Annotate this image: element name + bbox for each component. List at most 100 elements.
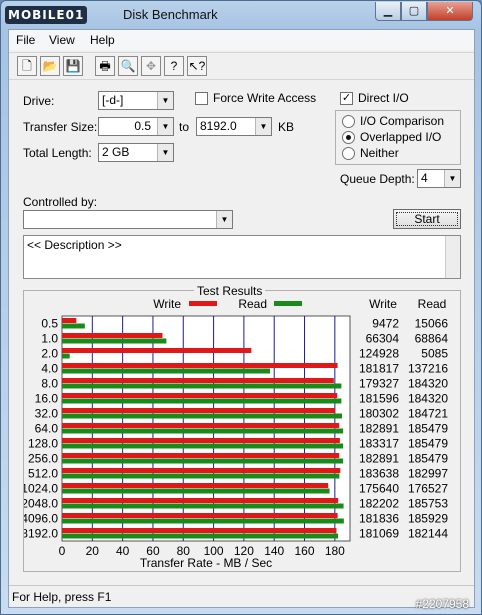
write-bar — [62, 528, 337, 533]
write-bar — [62, 453, 340, 458]
legend-read-swatch — [274, 301, 302, 306]
y-category-label: 16.0 — [35, 392, 59, 406]
overlapped-io-radio[interactable] — [342, 131, 355, 144]
close-icon: ✕ — [445, 5, 455, 17]
description-scrollbar[interactable] — [445, 236, 460, 278]
write-bar — [62, 498, 339, 503]
description-box[interactable]: << Description >> — [23, 235, 461, 279]
write-value-label: 181596 — [359, 392, 399, 406]
write-bar — [62, 333, 163, 338]
to-label: to — [179, 120, 190, 134]
write-bar — [62, 348, 252, 353]
test-results-group: Test Results Write Read Write Read 0 20 40… — [23, 284, 461, 572]
direct-io-checkbox[interactable]: ✓ — [340, 92, 353, 105]
write-bar — [62, 468, 341, 473]
transfer-from-select[interactable]: 0.5 ▼ — [98, 117, 174, 136]
read-bar — [62, 398, 342, 404]
write-value-label: 182891 — [359, 422, 399, 436]
queue-depth-value: 4 — [421, 171, 428, 185]
read-bar — [62, 413, 342, 419]
read-value-label: 184320 — [408, 377, 448, 391]
close-button[interactable]: ✕ — [427, 2, 473, 21]
menu-view[interactable]: View — [49, 33, 75, 47]
drive-value: [-d-] — [102, 93, 124, 107]
legend-write-swatch — [189, 301, 217, 306]
y-category-label: 32.0 — [35, 407, 59, 421]
help-icon[interactable]: ? — [164, 56, 184, 76]
write-value-label: 181817 — [359, 362, 399, 376]
write-bar — [62, 513, 338, 518]
y-category-label: 8192.0 — [24, 527, 58, 541]
read-value-label: 185479 — [408, 422, 448, 436]
maximize-button[interactable]: ▢ — [401, 2, 427, 21]
minimize-button[interactable]: ▁ — [375, 2, 401, 21]
read-value-label: 185479 — [408, 437, 448, 451]
title-bar[interactable]: MOBILE01 Disk Benchmark ▁ ▢ ✕ — [1, 1, 481, 29]
benchmark-chart: Write Read Write Read 0 20 40 60 80 100 120 140… — [24, 297, 448, 570]
neither-radio[interactable] — [342, 147, 355, 160]
read-bar — [62, 488, 330, 494]
print-icon[interactable]: 🖶 — [95, 56, 115, 76]
read-bar — [62, 323, 85, 329]
context-help-icon[interactable]: ↖? — [187, 56, 207, 76]
start-button[interactable]: Start — [393, 209, 461, 229]
read-value-label: 185753 — [408, 497, 448, 511]
write-value-label: 179327 — [359, 377, 399, 391]
chevron-down-icon: ▼ — [255, 118, 271, 135]
io-mode-group: I/O Comparison Overlapped I/O Neither — [335, 110, 461, 165]
write-value-label: 9472 — [372, 317, 399, 331]
x-tick-label: 20 — [86, 544, 100, 558]
transfer-to-select[interactable]: 8192.0 ▼ — [196, 117, 272, 136]
write-bar — [62, 378, 334, 383]
read-value-label: 185929 — [408, 512, 448, 526]
read-bar — [62, 503, 344, 509]
y-category-label: 128.0 — [28, 437, 58, 451]
move-icon[interactable]: ✥ — [141, 56, 161, 76]
read-value-label: 5085 — [421, 347, 448, 361]
y-category-label: 1024.0 — [24, 482, 58, 496]
write-value-label: 182891 — [359, 452, 399, 466]
print-preview-icon[interactable]: 🔍 — [118, 56, 138, 76]
description-text: << Description >> — [27, 238, 122, 252]
queue-depth-select[interactable]: 4 ▼ — [417, 169, 461, 188]
read-bar — [62, 428, 344, 434]
x-tick-label: 160 — [295, 544, 315, 558]
direct-io-label: Direct I/O — [358, 91, 409, 105]
x-axis-title: Transfer Rate - MB / Sec — [140, 556, 272, 570]
menu-bar: File View Help — [9, 30, 474, 50]
app-window: MOBILE01 Disk Benchmark ▁ ▢ ✕ File View … — [0, 0, 482, 615]
overlapped-io-label: Overlapped I/O — [360, 130, 442, 144]
x-tick-label: 40 — [116, 544, 130, 558]
y-category-label: 256.0 — [28, 452, 58, 466]
write-value-label: 180302 — [359, 407, 399, 421]
write-bar — [62, 363, 338, 368]
chevron-down-icon: ▼ — [157, 118, 173, 135]
open-icon[interactable]: 📂 — [40, 56, 60, 76]
write-value-label: 124928 — [359, 347, 399, 361]
write-value-label: 183638 — [359, 467, 399, 481]
total-length-select[interactable]: 2 GB ▼ — [98, 143, 174, 162]
write-value-label: 182202 — [359, 497, 399, 511]
chevron-down-icon: ▼ — [216, 211, 232, 228]
read-bar — [62, 353, 70, 359]
write-bar — [62, 438, 340, 443]
watermark: #2207958 — [415, 597, 469, 611]
write-bar — [62, 393, 338, 398]
read-bar — [62, 458, 344, 464]
force-write-checkbox[interactable] — [195, 92, 208, 105]
read-column-header: Read — [418, 297, 447, 311]
save-icon[interactable]: 💾 — [63, 56, 83, 76]
read-bar — [62, 518, 344, 524]
unit-label: KB — [278, 120, 295, 134]
chevron-down-icon: ▼ — [157, 92, 173, 109]
new-icon[interactable]: 🗋 — [17, 56, 37, 76]
menu-help[interactable]: Help — [90, 33, 115, 47]
read-value-label: 182144 — [408, 527, 448, 541]
total-length-label: Total Length: — [23, 146, 92, 160]
drive-select[interactable]: [-d-] ▼ — [98, 91, 174, 110]
io-comparison-radio[interactable] — [342, 115, 355, 128]
y-category-label: 512.0 — [28, 467, 58, 481]
transfer-size-label: Transfer Size: — [23, 120, 98, 134]
controlled-by-select[interactable]: ▼ — [23, 210, 233, 229]
menu-file[interactable]: File — [16, 33, 35, 47]
